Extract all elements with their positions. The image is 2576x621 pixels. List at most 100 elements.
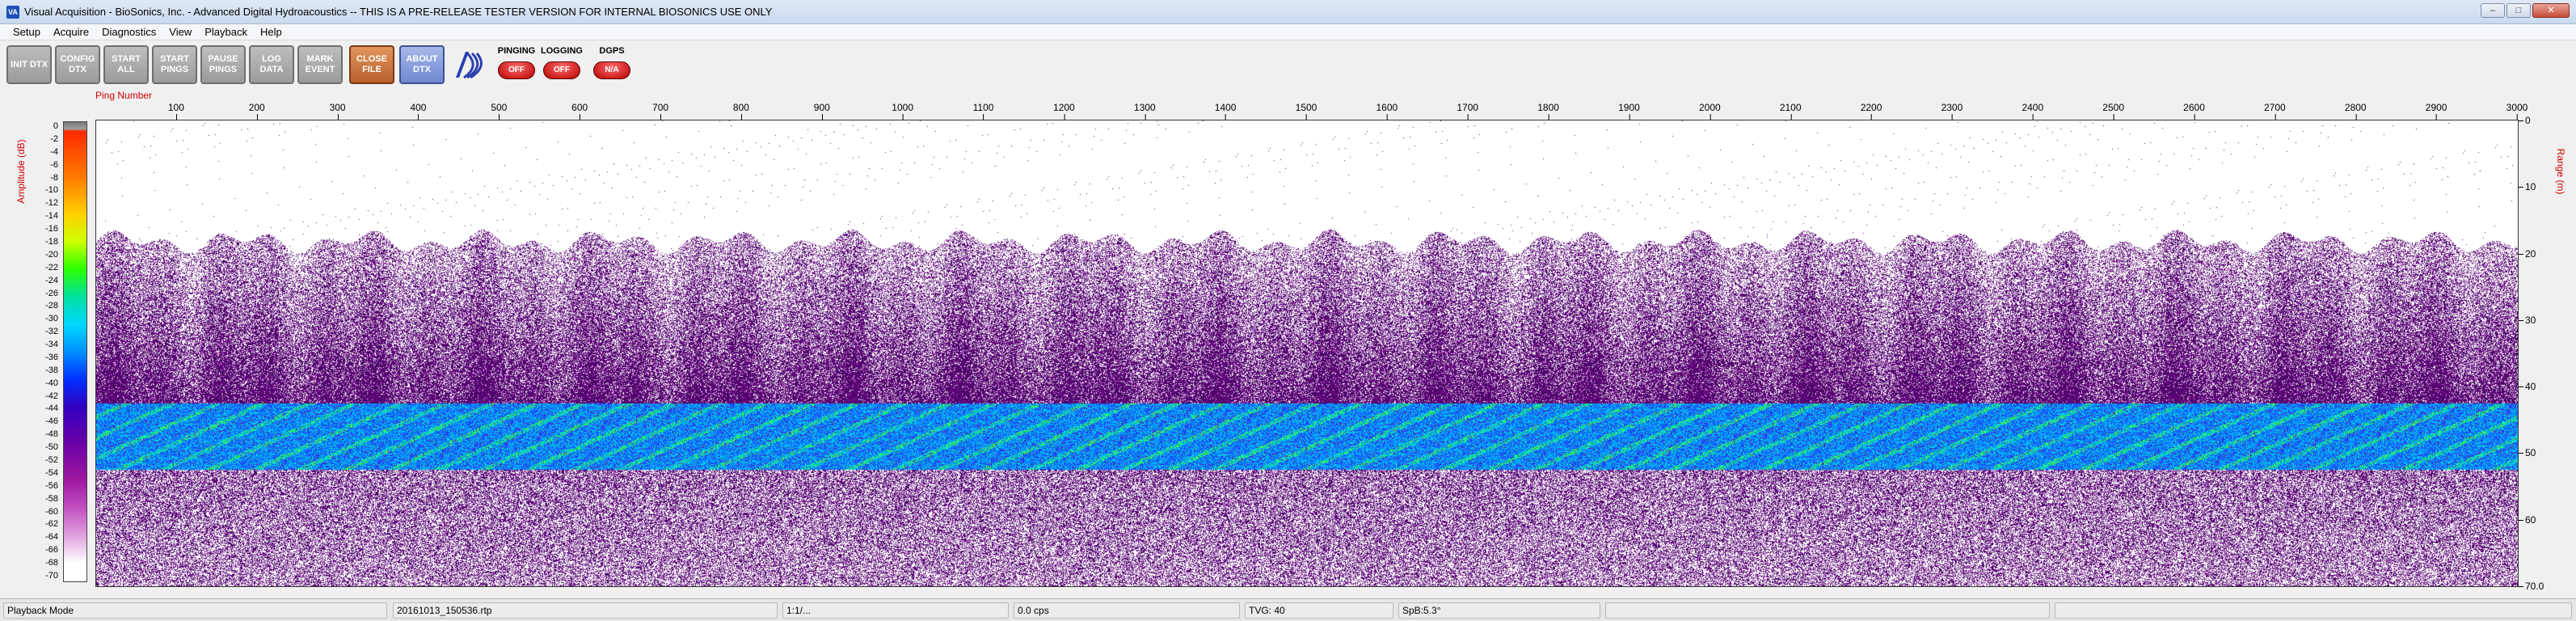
init-dtx-button[interactable]: INIT DTX: [6, 45, 52, 84]
x-tick-label: 2100: [1779, 102, 1802, 120]
toolbar: INIT DTX CONFIG DTX START ALL START PING…: [0, 40, 2576, 87]
x-tick-label: 1600: [1376, 102, 1398, 120]
start-pings-button[interactable]: START PINGS: [152, 45, 197, 84]
colorbar-tick-label: -38: [45, 365, 58, 375]
biosonics-logo-icon[interactable]: [448, 45, 488, 84]
colorbar-tick-label: -60: [45, 506, 58, 517]
x-tick-label: 3000: [2506, 102, 2528, 120]
x-tick-label: 1500: [1295, 102, 1318, 120]
maximize-button[interactable]: □: [2506, 3, 2531, 18]
x-tick-label: 1100: [972, 102, 994, 120]
config-dtx-button[interactable]: CONFIG DTX: [55, 45, 100, 84]
logging-indicator: LOGGING OFF: [540, 45, 584, 84]
colorbar-tick-label: -16: [45, 224, 58, 234]
colorbar-tick-label: -66: [45, 545, 58, 556]
range-axis-title: Range (m): [2555, 148, 2566, 195]
menu-playback[interactable]: Playback: [198, 24, 254, 40]
range-tick-label: 70.0: [2518, 581, 2544, 592]
colorbar-tick-label: -18: [45, 236, 58, 247]
ping-number-axis: 100 200 300 400 500 600 700 800 900 1000 1100 1200 1…: [95, 102, 2528, 120]
menu-bar: Setup Acquire Diagnostics View Playback …: [0, 24, 2576, 40]
x-tick-label: 2700: [2264, 102, 2286, 120]
colorbar-tick-label: -52: [45, 455, 58, 466]
x-tick-label: 1400: [1214, 102, 1237, 120]
x-tick-label: 400: [410, 102, 427, 120]
close-window-button[interactable]: ✕: [2532, 3, 2570, 18]
colorbar-tick-label: -50: [45, 442, 58, 453]
amplitude-axis-title: Amplitude (dB): [15, 139, 27, 204]
x-tick-label: 2600: [2183, 102, 2205, 120]
window-title: Visual Acquisition - BioSonics, Inc. - A…: [24, 6, 773, 18]
close-file-button[interactable]: CLOSE FILE: [349, 45, 394, 84]
colorbar-tick-label: -54: [45, 467, 58, 478]
colorbar-tick-label: -64: [45, 532, 58, 543]
colorbar-tick-label: -40: [45, 378, 58, 388]
colorbar-tick-label: -26: [45, 288, 58, 298]
x-tick-label: 200: [248, 102, 265, 120]
colorbar-tick-label: -42: [45, 391, 58, 401]
range-tick-label: 50: [2518, 447, 2536, 459]
x-tick-label: 1900: [1618, 102, 1640, 120]
x-tick-label: 1700: [1457, 102, 1479, 120]
amplitude-colorbar: [63, 121, 87, 582]
mark-event-button[interactable]: MARK EVENT: [297, 45, 343, 84]
minimize-button[interactable]: –: [2481, 3, 2505, 18]
x-tick-label: 1000: [892, 102, 914, 120]
x-tick-label: 900: [813, 102, 830, 120]
status-ratio: 1:1/...: [782, 602, 1009, 619]
colorbar-tick-label: -14: [45, 211, 58, 222]
range-tick-label: 0: [2519, 115, 2531, 126]
colorbar-tick-label: -10: [45, 185, 58, 196]
colorbar-tick-label: -32: [45, 327, 58, 337]
x-tick-label: 500: [491, 102, 508, 120]
x-tick-label: 2300: [1941, 102, 1963, 120]
dgps-indicator: DGPS N/A: [590, 45, 634, 84]
menu-diagnostics[interactable]: Diagnostics: [95, 24, 162, 40]
x-tick-label: 700: [652, 102, 669, 120]
x-tick-label: 100: [167, 102, 184, 120]
x-tick-label: 1800: [1537, 102, 1559, 120]
status-tvg: TVG: 40: [1245, 602, 1393, 619]
range-tick-label: 40: [2518, 381, 2536, 393]
x-tick-label: 800: [732, 102, 749, 120]
menu-acquire[interactable]: Acquire: [47, 24, 95, 40]
log-data-button[interactable]: LOG DATA: [249, 45, 294, 84]
status-spb: SpB:5.3°: [1398, 602, 1600, 619]
status-empty-1: [1605, 602, 2050, 619]
x-tick-label: 2500: [2102, 102, 2125, 120]
x-tick-label: 2400: [2022, 102, 2044, 120]
x-tick-label: 2200: [1860, 102, 1882, 120]
status-bar: Playback Mode 20161013_150536.rtp 1:1/..…: [0, 598, 2576, 621]
menu-setup[interactable]: Setup: [6, 24, 47, 40]
menu-help[interactable]: Help: [254, 24, 289, 40]
echogram-plot[interactable]: [95, 120, 2519, 587]
colorbar-tick-label: -70: [45, 571, 58, 581]
colorbar-tick-label: -4: [50, 146, 58, 157]
range-axis: 0 10 20 30 40 50 60 70.0: [2518, 115, 2551, 592]
colorbar-tick-label: -28: [45, 301, 58, 311]
colorbar-tick-label: -6: [50, 159, 58, 170]
range-tick-label: 30: [2518, 314, 2536, 326]
x-tick-label: 2000: [1698, 102, 1721, 120]
title-bar: VA Visual Acquisition - BioSonics, Inc. …: [0, 0, 2576, 24]
colorbar-tick-label: -68: [45, 558, 58, 568]
colorbar-tick-label: -56: [45, 480, 58, 491]
about-dtx-button[interactable]: ABOUT DTX: [399, 45, 445, 84]
range-tick-label: 60: [2518, 513, 2536, 526]
status-mode: Playback Mode: [3, 602, 387, 619]
echogram-canvas[interactable]: [96, 120, 2518, 586]
status-file: 20161013_150536.rtp: [393, 602, 778, 619]
x-tick-label: 2800: [2344, 102, 2367, 120]
range-tick-label: 20: [2518, 247, 2536, 260]
colorbar-tick-label: -62: [45, 519, 58, 530]
colorbar-tick-label: -34: [45, 340, 58, 350]
pinging-indicator: PINGING OFF: [495, 45, 538, 84]
x-tick-label: 600: [571, 102, 588, 120]
pause-pings-button[interactable]: PAUSE PINGS: [200, 45, 246, 84]
logging-status: OFF: [543, 61, 580, 79]
status-rate: 0.0 cps: [1014, 602, 1240, 619]
x-tick-label: 1300: [1133, 102, 1156, 120]
start-all-button[interactable]: START ALL: [103, 45, 149, 84]
menu-view[interactable]: View: [162, 24, 198, 40]
app-icon: VA: [6, 6, 19, 19]
